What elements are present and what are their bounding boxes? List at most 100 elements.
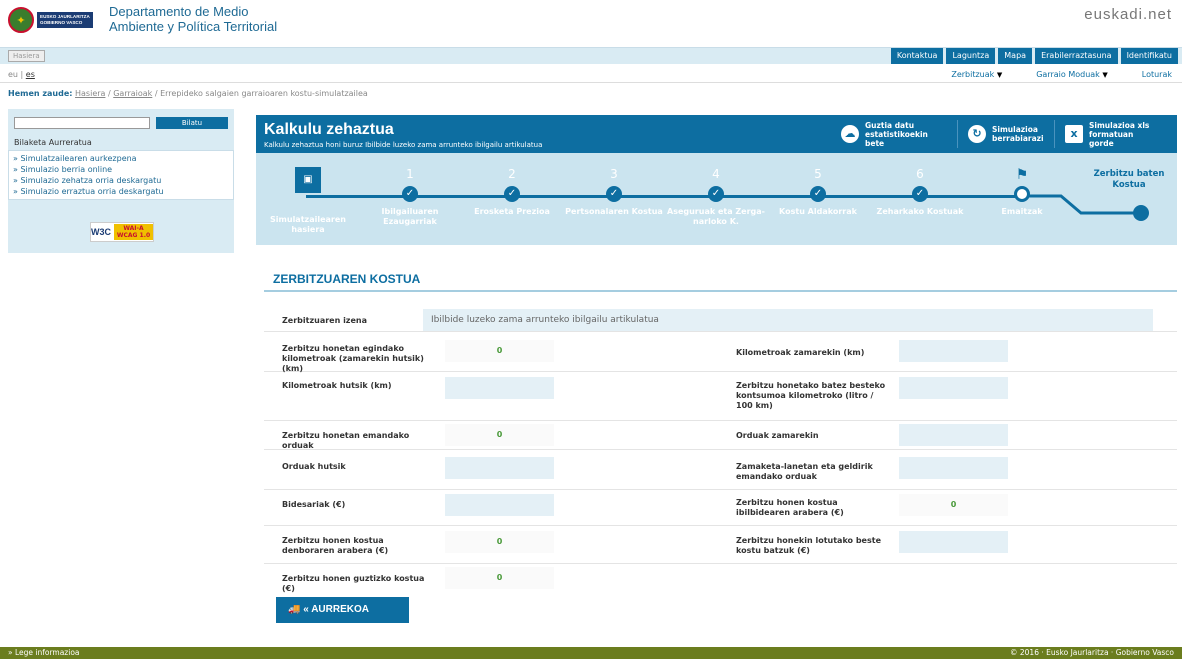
step-4[interactable]: 4 ✓ Aseguruak eta Zerga-narloko K. bbox=[664, 167, 768, 227]
form-row: Zerbitzu honetan emandako orduak 0 Ordua… bbox=[264, 421, 1177, 450]
step-label: Ibilgailuaren Ezaugarriak bbox=[381, 207, 439, 226]
language-switcher: eu | es bbox=[8, 70, 35, 79]
sidebar-link-label: Simulazio erraztua orria deskargatu bbox=[20, 187, 164, 196]
step-number: 4 bbox=[712, 167, 720, 181]
search-input[interactable] bbox=[14, 117, 150, 129]
tolls-field[interactable] bbox=[445, 494, 554, 516]
step-1[interactable]: 1 ✓ Ibilgailuaren Ezaugarriak bbox=[358, 167, 462, 227]
nav-erabilerraztasuna[interactable]: Erabilerraztasuna bbox=[1035, 48, 1118, 64]
flag-icon: ⚑ bbox=[1015, 167, 1029, 183]
km-total-label: Zerbitzu honetan egindako kilometroak (z… bbox=[282, 344, 424, 373]
breadcrumb: Hemen zaude: Hasiera / Garraioak / Errep… bbox=[8, 89, 368, 98]
menu-zerbitzuak-label: Zerbitzuak bbox=[951, 70, 995, 79]
hours-empty-label: Orduak hutsik bbox=[282, 462, 346, 471]
km-empty-field[interactable] bbox=[445, 377, 554, 399]
other-costs-field[interactable] bbox=[899, 531, 1008, 553]
service-name-label: Zerbitzuaren izena bbox=[282, 316, 367, 325]
lang-es[interactable]: es bbox=[26, 70, 35, 79]
other-costs-label: Zerbitzu honekin lotutako beste kostu ba… bbox=[736, 536, 881, 555]
sidebar-link-erraztua[interactable]: » Simulazio erraztua orria deskargatu bbox=[13, 186, 229, 197]
step-label: Zeharkako Kostuak bbox=[876, 207, 964, 216]
nav-kontaktua[interactable]: Kontaktua bbox=[890, 48, 944, 64]
step-label: Emaitzak bbox=[1001, 207, 1043, 216]
step-6[interactable]: 6 ✓ Zeharkako Kostuak bbox=[868, 167, 972, 217]
hours-total-field[interactable]: 0 bbox=[445, 424, 554, 446]
step-2[interactable]: 2 ✓ Erosketa Prezioa bbox=[460, 167, 564, 217]
route-cost-field[interactable]: 0 bbox=[899, 494, 1008, 516]
sidebar-link-label: Simulazio zehatza orria deskargatu bbox=[20, 176, 162, 185]
department-title[interactable]: Departamento de Medio Ambiente y Polític… bbox=[109, 4, 279, 34]
xls-file-icon: x bbox=[1065, 125, 1083, 143]
sidebar-link-berria[interactable]: » Simulazio berria online bbox=[13, 164, 229, 175]
save-xls-button[interactable]: x Simulazioa xls formatuan gorde bbox=[1054, 120, 1167, 148]
hasiera-button[interactable]: Hasiera bbox=[8, 50, 45, 62]
hours-total-label: Zerbitzu honetan emandako orduak bbox=[282, 431, 410, 450]
breadcrumb-current: Errepideko salgaien garraioaren kostu-si… bbox=[160, 89, 368, 98]
search-button[interactable]: Bilatu bbox=[156, 117, 228, 129]
consumption-field[interactable] bbox=[899, 377, 1008, 399]
back-button[interactable]: 🚚 « AURREKOA bbox=[276, 597, 409, 623]
cloud-download-icon: ☁ bbox=[841, 125, 859, 143]
sidebar: Bilatu Bilaketa Aurreratua » Simulatzail… bbox=[8, 109, 234, 253]
gobierno-vasco-logo[interactable]: ✦ EUSKO JAURLARITZA GOBIERNO VASCO bbox=[8, 7, 104, 33]
fill-statistics-button[interactable]: ☁ Guztia datu estatistikoekin bete bbox=[831, 120, 957, 148]
km-total-field[interactable]: 0 bbox=[445, 340, 554, 362]
fill-statistics-label: Guztia datu estatistikoekin bete bbox=[865, 120, 928, 148]
loading-hours-field[interactable] bbox=[899, 457, 1008, 479]
form-row: Zerbitzu honetan egindako kilometroak (z… bbox=[264, 336, 1177, 373]
breadcrumb-hasiera[interactable]: Hasiera bbox=[75, 89, 105, 98]
step-label: Pertsonalaren Kostua bbox=[565, 207, 663, 216]
advanced-search-link[interactable]: Bilaketa Aurreratua bbox=[14, 138, 92, 147]
panel-actions: ☁ Guztia datu estatistikoekin bete ↻ Sim… bbox=[831, 120, 1167, 148]
sidebar-link-label: Simulatzailearen aurkezpena bbox=[20, 154, 137, 163]
nav-laguntza[interactable]: Laguntza bbox=[946, 48, 996, 64]
menu-zerbitzuak[interactable]: Zerbitzuak ▼ bbox=[951, 70, 1002, 79]
time-cost-label: Zerbitzu honen kostua denboraren arabera… bbox=[282, 536, 389, 555]
km-empty-label: Kilometroak hutsik (km) bbox=[282, 381, 392, 390]
current-step-icon bbox=[1014, 186, 1030, 202]
route-cost-label: Zerbitzu honen kostua ibilbidearen arabe… bbox=[736, 498, 844, 517]
check-icon: ✓ bbox=[912, 186, 928, 202]
legal-info-link[interactable]: » Lege informazioa bbox=[8, 647, 80, 659]
km-loaded-field[interactable] bbox=[899, 340, 1008, 362]
breadcrumb-garraioak[interactable]: Garraioak bbox=[113, 89, 152, 98]
panel-title: Kalkulu zehaztua bbox=[264, 121, 394, 138]
nav-identifikatu[interactable]: Identifikatu bbox=[1120, 48, 1178, 64]
menu-loturak[interactable]: Loturak bbox=[1142, 70, 1172, 79]
w3c-logo: W3C bbox=[91, 227, 111, 237]
hours-empty-field[interactable] bbox=[445, 457, 554, 479]
sub-menu: Zerbitzuak ▼ Garraio Moduak ▼ Loturak bbox=[951, 70, 1172, 79]
factory-icon: ▣ bbox=[295, 167, 321, 193]
save-xls-label: Simulazioa xls formatuan gorde bbox=[1089, 120, 1150, 148]
check-icon: ✓ bbox=[606, 186, 622, 202]
step-3[interactable]: 3 ✓ Pertsonalaren Kostua bbox=[562, 167, 666, 217]
lang-eu[interactable]: eu bbox=[8, 70, 18, 79]
step-results[interactable]: ⚑ Emaitzak bbox=[970, 167, 1074, 217]
lang-bar: eu | es Zerbitzuak ▼ Garraio Moduak ▼ Lo… bbox=[0, 64, 1182, 83]
restart-simulation-button[interactable]: ↻ Simulazioa berrabiarazi bbox=[957, 120, 1054, 148]
sidebar-link-aurkezpena[interactable]: » Simulatzailearen aurkezpena bbox=[13, 153, 229, 164]
nav-mapa[interactable]: Mapa bbox=[998, 48, 1033, 64]
footer: » Lege informazioa © 2016 · Eusko Jaurla… bbox=[0, 647, 1182, 659]
euskadi-logo-text: euskadi.net bbox=[1084, 6, 1172, 23]
service-name-field[interactable]: Ibilbide luzeko zama arrunteko ibilgailu… bbox=[423, 309, 1153, 331]
step-label: Erosketa Prezioa bbox=[474, 207, 550, 216]
total-cost-field[interactable]: 0 bbox=[445, 567, 554, 589]
gv-badge: EUSKO JAURLARITZA GOBIERNO VASCO bbox=[37, 12, 93, 28]
breadcrumb-label: Hemen zaude: bbox=[8, 89, 73, 98]
hours-loaded-field[interactable] bbox=[899, 424, 1008, 446]
time-cost-field[interactable]: 0 bbox=[445, 531, 554, 553]
back-button-label: « AURREKOA bbox=[303, 604, 369, 615]
step-start[interactable]: ▣ Simulatzailearen hasiera bbox=[256, 167, 360, 235]
sidebar-link-zehatza[interactable]: » Simulazio zehatza orria deskargatu bbox=[13, 175, 229, 186]
step-number: 3 bbox=[610, 167, 618, 181]
section-divider bbox=[264, 290, 1177, 292]
top-navbar: Hasiera Kontaktua Laguntza Mapa Erabiler… bbox=[0, 47, 1182, 64]
wai-badge[interactable]: W3C WAI-A WCAG 1.0 bbox=[90, 222, 154, 242]
step-5[interactable]: 5 ✓ Kostu Aldakorrak bbox=[766, 167, 870, 217]
restart-simulation-label: Simulazioa berrabiarazi bbox=[992, 125, 1044, 143]
euskadi-net-logo[interactable]: euskadi.net bbox=[1084, 6, 1172, 23]
step-label: Kostu Aldakorrak bbox=[779, 207, 857, 216]
menu-garraio-moduak[interactable]: Garraio Moduak ▼ bbox=[1036, 70, 1108, 79]
loading-hours-label: Zamaketa-lanetan eta geldirik emandako o… bbox=[736, 462, 873, 481]
